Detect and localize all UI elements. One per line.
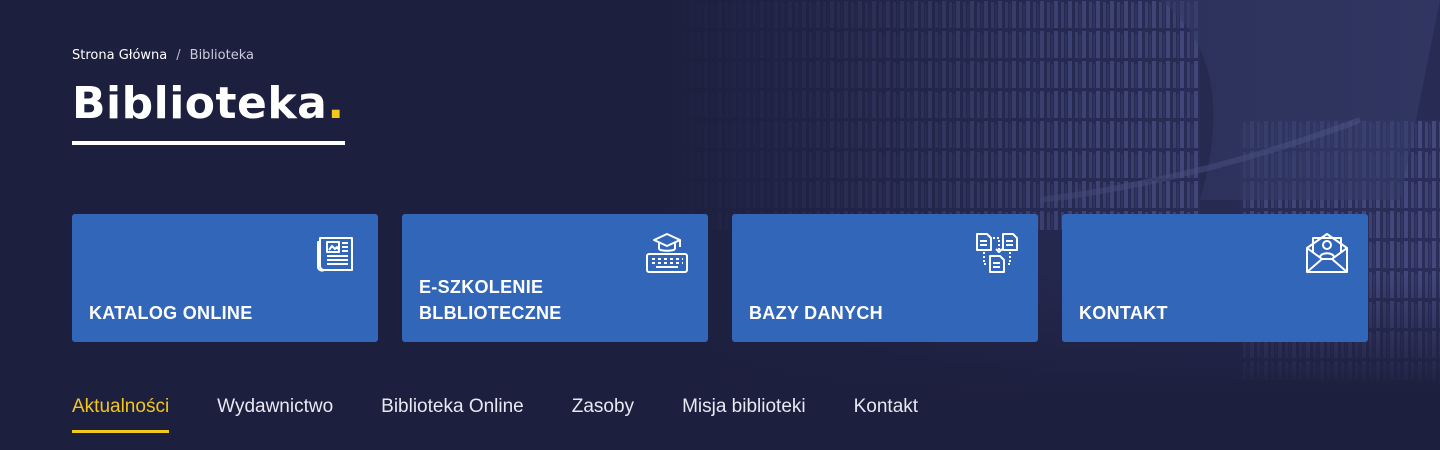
breadcrumb-current: Biblioteka xyxy=(189,48,254,63)
card-e-szkolenie[interactable]: E-SZKOLENIE BLBLIOTECZNE xyxy=(402,214,708,342)
breadcrumb-separator: / xyxy=(176,48,181,63)
tab-kontakt[interactable]: Kontakt xyxy=(854,396,918,433)
card-label: E-SZKOLENIE BLBLIOTECZNE xyxy=(419,277,562,323)
card-label: BAZY DANYCH xyxy=(749,303,883,323)
documents-exchange-icon xyxy=(974,230,1020,276)
tab-biblioteka-online[interactable]: Biblioteka Online xyxy=(381,396,524,433)
page-title-dot: . xyxy=(327,78,345,129)
card-kontakt[interactable]: KONTAKT xyxy=(1062,214,1368,342)
card-bazy-danych[interactable]: BAZY DANYCH xyxy=(732,214,1038,342)
section-tabs: Aktualności Wydawnictwo Biblioteka Onlin… xyxy=(72,396,918,433)
card-label: KATALOG ONLINE xyxy=(89,303,253,323)
newspaper-icon xyxy=(314,230,360,276)
card-label: KONTAKT xyxy=(1079,303,1168,323)
card-katalog-online[interactable]: KATALOG ONLINE xyxy=(72,214,378,342)
tab-misja-biblioteki[interactable]: Misja biblioteki xyxy=(682,396,806,433)
mail-contact-icon xyxy=(1304,230,1350,276)
tab-wydawnictwo[interactable]: Wydawnictwo xyxy=(217,396,333,433)
breadcrumb-home-link[interactable]: Strona Główna xyxy=(72,48,167,63)
breadcrumb: Strona Główna / Biblioteka xyxy=(72,48,254,63)
page-title-text: Biblioteka xyxy=(72,78,328,129)
page-title: Biblioteka. xyxy=(72,78,345,145)
tab-zasoby[interactable]: Zasoby xyxy=(572,396,634,433)
quick-links: KATALOG ONLINE E-SZKOLENIE BLBLIOTECZNE xyxy=(72,214,1368,342)
graduation-keyboard-icon xyxy=(644,230,690,276)
tab-aktualnosci[interactable]: Aktualności xyxy=(72,396,170,433)
